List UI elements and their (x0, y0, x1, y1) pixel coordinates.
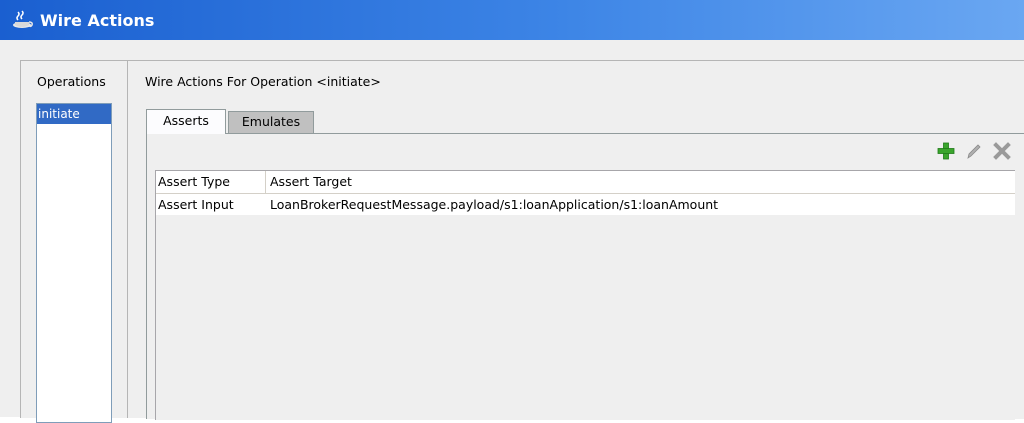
column-header-assert-target[interactable]: Assert Target (266, 171, 1015, 193)
asserts-table: Assert Type Assert Target Assert Input L… (155, 170, 1015, 420)
delete-x-icon (993, 142, 1011, 160)
dialog-content: Operations initiate Wire Actions For Ope… (0, 40, 1024, 423)
operations-list[interactable]: initiate (36, 103, 112, 423)
operations-label: Operations (37, 74, 106, 89)
window-title: Wire Actions (40, 10, 155, 30)
tab-emulates[interactable]: Emulates (228, 111, 314, 133)
table-row[interactable]: Assert Input LoanBrokerRequestMessage.pa… (156, 194, 1015, 215)
operations-panel: Operations initiate (21, 61, 128, 423)
cell-assert-target: LoanBrokerRequestMessage.payload/s1:loan… (270, 197, 719, 212)
add-button[interactable] (936, 141, 956, 161)
column-header-assert-type[interactable]: Assert Type (156, 171, 266, 193)
tab-asserts[interactable]: Asserts (146, 109, 226, 134)
wire-actions-frame: Operations initiate Wire Actions For Ope… (20, 60, 1024, 423)
delete-button[interactable] (992, 141, 1012, 161)
table-toolbar (936, 140, 1012, 162)
edit-button[interactable] (964, 141, 984, 161)
coffee-cup-icon (12, 9, 34, 31)
operation-item-initiate[interactable]: initiate (37, 104, 111, 124)
add-icon (937, 142, 955, 160)
cell-assert-type: Assert Input (158, 197, 234, 212)
page-title: Wire Actions For Operation <initiate> (145, 74, 381, 89)
title-bar: Wire Actions (0, 0, 1024, 40)
asserts-tab-panel: Assert Type Assert Target Assert Input L… (146, 133, 1024, 420)
table-header: Assert Type Assert Target (156, 171, 1015, 194)
edit-pencil-icon (967, 144, 981, 159)
